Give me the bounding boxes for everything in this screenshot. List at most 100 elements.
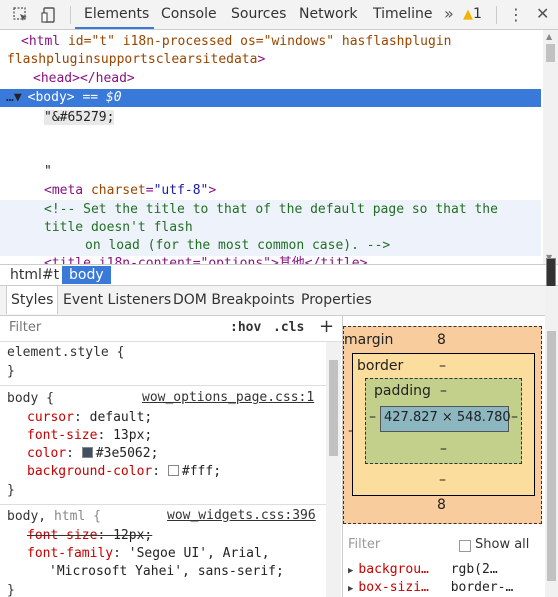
sidebar-scrollbar[interactable] (545, 286, 558, 597)
prop-value: 13px; (113, 428, 153, 443)
tab-dom-breakpoints[interactable]: DOM Breakpoints (173, 292, 295, 308)
padding-left-value[interactable]: – (369, 409, 376, 425)
element-style-selector[interactable]: element.style { (7, 344, 124, 362)
rule-body-selector[interactable]: body { (7, 390, 54, 408)
scroll-thumb[interactable] (547, 331, 556, 581)
device-mode-icon[interactable] (40, 6, 58, 24)
title-tag: <title i18n-content="options">其他</title> (44, 256, 368, 264)
dom-node-meta[interactable]: <meta charset="utf-8"> (44, 182, 216, 200)
expand-arrow-icon[interactable]: ▶ (348, 566, 353, 576)
scroll-up-icon[interactable]: ▲ (546, 32, 552, 41)
dom-node-body[interactable]: …▼ <body> == $0 (6, 89, 122, 107)
selector-text: body { (7, 391, 54, 406)
prop-name: cursor (27, 410, 74, 425)
prop-name: font-size (27, 528, 98, 543)
inspect-element-icon[interactable] (12, 6, 30, 24)
expand-arrow-icon[interactable]: ▶ (348, 584, 353, 594)
css-property[interactable]: background-color: #fff; (27, 463, 221, 481)
warnings-count: 1 (473, 6, 482, 22)
close-icon[interactable]: ✕ (536, 4, 549, 23)
box-model-margin[interactable]: margin 8 – – 8 border – – padding – – – … (343, 326, 542, 524)
show-all-checkbox[interactable] (459, 540, 471, 552)
hov-button[interactable]: :hov (230, 320, 261, 335)
dom-text-node[interactable]: "&#65279; (44, 109, 115, 127)
html-attrs-2: flashpluginsupportsclearsitedata (7, 52, 258, 67)
margin-top-value[interactable]: 8 (437, 332, 446, 348)
tab-console[interactable]: Console (161, 6, 217, 22)
rule-body-html-selector[interactable]: body, html { (7, 508, 101, 526)
show-all-label[interactable]: Show all (475, 537, 529, 552)
color-swatch-icon[interactable] (167, 465, 179, 476)
prop-value: #fff; (181, 464, 222, 479)
tab-timeline[interactable]: Timeline (373, 6, 433, 22)
more-tabs-button[interactable]: » (444, 4, 454, 23)
box-model-pane: margin 8 – – 8 border – – padding – – – … (343, 316, 545, 597)
css-property[interactable]: font-size: 13px; (27, 427, 152, 445)
prop-name: color (27, 446, 67, 461)
computed-prop-value: rgb(2… (450, 562, 498, 577)
computed-property[interactable]: ▶ box-sizi… border-… (348, 579, 513, 597)
content-size: 427.827 × 548.780 (384, 410, 511, 425)
breadcrumb: html#t body (0, 264, 558, 286)
css-property[interactable]: font-family: 'Segoe UI', Arial, (27, 545, 270, 563)
warnings-badge[interactable]: ▲1 (463, 6, 482, 22)
text-node-1: "&#65279; (44, 110, 115, 125)
scroll-thumb[interactable] (329, 360, 338, 456)
rule-source-link[interactable]: wow_widgets.css:396 (167, 508, 316, 523)
box-model-content[interactable]: 427.827 × 548.780 (380, 406, 511, 432)
text-node-2: " (44, 164, 52, 179)
dom-comment[interactable]: <!-- Set the title to that of the defaul… (44, 201, 498, 219)
padding-right-value[interactable]: – (511, 409, 518, 425)
dom-comment-3: on load (for the most common case). --> (85, 237, 390, 255)
meta-val: "utf-8" (153, 183, 209, 198)
dom-node-title[interactable]: <title i18n-content="options">其他</title> (44, 255, 367, 264)
head-tag: <head></head> (33, 71, 135, 86)
brace: } (7, 483, 15, 498)
tab-sources[interactable]: Sources (231, 6, 286, 22)
rule-source-link[interactable]: wow_options_page.css:1 (142, 390, 314, 405)
cls-button[interactable]: .cls (273, 320, 304, 335)
tab-properties[interactable]: Properties (301, 292, 372, 308)
computed-filter-input[interactable]: Filter (348, 537, 380, 552)
element-style-text: element.style { (7, 345, 125, 360)
css-property-overridden[interactable]: font-size: 12px; (27, 527, 152, 545)
styles-scrollbar[interactable] (326, 342, 341, 597)
body-tag: <body> (27, 90, 75, 105)
rule-close: } (7, 482, 15, 500)
kebab-menu-icon[interactable]: ⋮ (508, 5, 524, 24)
tab-elements[interactable]: Elements (84, 6, 149, 22)
prop-value: 'Segoe UI', Arial, (128, 546, 270, 561)
tab-network[interactable]: Network (299, 6, 357, 22)
css-property[interactable]: cursor: default; (27, 409, 152, 427)
rule-close: } (7, 363, 15, 381)
add-rule-button[interactable]: + (319, 316, 334, 337)
color-swatch-icon[interactable] (81, 447, 93, 458)
body-ref: == $0 (74, 90, 122, 105)
border-bottom-value[interactable]: – (439, 472, 446, 488)
toolbar-divider (496, 6, 497, 24)
tab-styles[interactable]: Styles (6, 286, 59, 314)
computed-property[interactable]: ▶ backgrou… rgb(2… (348, 561, 498, 579)
scroll-thumb[interactable] (546, 44, 555, 62)
dom-node-head[interactable]: <head></head> (33, 70, 135, 88)
meta-eq: = (145, 183, 154, 198)
box-model-padding[interactable]: padding – – – – 427.827 × 548.780 (365, 378, 522, 464)
padding-top-value[interactable]: – (440, 383, 447, 399)
border-top-value[interactable]: – (439, 358, 446, 374)
styles-filter-input[interactable] (7, 319, 211, 336)
brace: } (7, 583, 15, 597)
box-model-border[interactable]: border – – padding – – – – 427.827 × 548… (352, 353, 535, 496)
rule-divider (0, 504, 326, 505)
padding-bottom-value[interactable]: – (440, 441, 447, 457)
breadcrumb-body[interactable]: body (62, 266, 111, 284)
body-expand-icon[interactable]: …▼ (6, 90, 22, 105)
dom-node-html[interactable]: <html id="t" i18n-processed os="windows"… (21, 33, 451, 51)
breadcrumb-html[interactable]: html#t (10, 267, 59, 283)
css-property[interactable]: color: #3e5062; (27, 445, 158, 463)
tab-event-listeners[interactable]: Event Listeners (63, 292, 171, 308)
dom-text-node-end[interactable]: " (44, 163, 52, 181)
dom-scrollbar[interactable]: ▲ ▼ (543, 30, 558, 264)
meta-close: > (208, 183, 217, 198)
margin-bottom-value[interactable]: 8 (437, 497, 446, 513)
meta-tag: <meta (44, 183, 84, 198)
